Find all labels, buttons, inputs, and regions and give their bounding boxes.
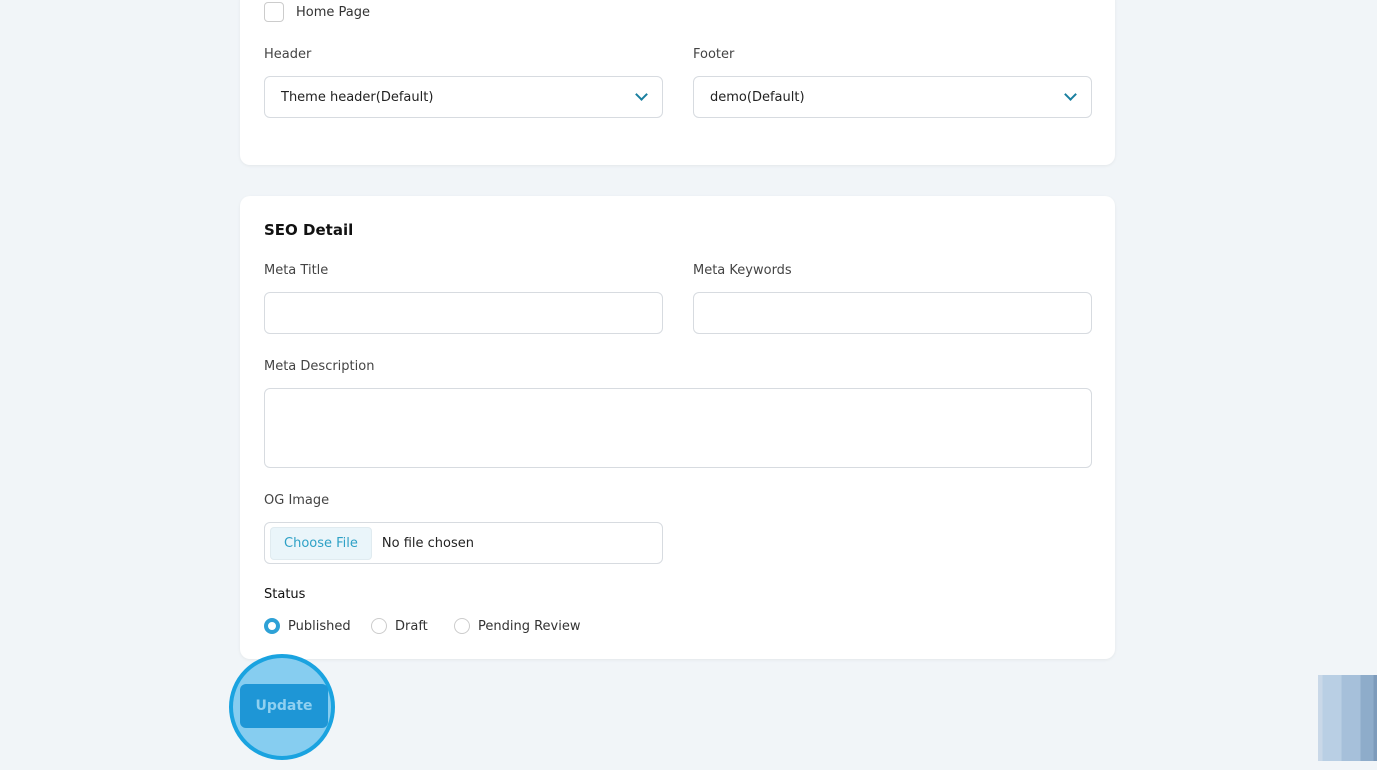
meta-title-label: Meta Title [264,263,329,278]
layout-card: Home Page Header Footer Theme header(Def… [240,0,1115,165]
radio-icon [454,618,470,634]
update-button[interactable]: Update [240,684,328,728]
status-radio-published[interactable]: Published [264,618,351,634]
header-select[interactable]: Theme header(Default) [264,76,663,118]
blurred-widget [1318,675,1377,761]
meta-description-label: Meta Description [264,359,375,374]
status-radio-pending-review[interactable]: Pending Review [454,618,580,634]
footer-select[interactable]: demo(Default) [693,76,1092,118]
radio-checked-icon [264,618,280,634]
header-label: Header [264,47,312,62]
chevron-down-icon [1064,88,1077,101]
og-image-label: OG Image [264,493,330,508]
home-page-label: Home Page [296,5,370,20]
meta-title-input[interactable] [264,292,663,334]
header-select-value: Theme header(Default) [281,89,434,105]
seo-title: SEO Detail [264,221,354,239]
footer-select-value: demo(Default) [710,89,805,105]
status-option-label: Pending Review [478,618,581,634]
meta-keywords-label: Meta Keywords [693,263,792,278]
seo-card: SEO Detail Meta Title Meta Keywords Meta… [240,196,1115,659]
status-radio-draft[interactable]: Draft [371,618,428,634]
choose-file-button[interactable]: Choose File [270,526,372,560]
no-file-text: No file chosen [381,535,474,551]
status-option-label: Published [288,618,351,634]
radio-icon [371,618,387,634]
meta-description-textarea[interactable] [264,388,1092,468]
status-label: Status [264,587,306,602]
home-page-checkbox[interactable] [264,2,284,22]
og-image-file-input[interactable]: Choose File No file chosen [264,522,663,564]
status-option-label: Draft [395,618,428,634]
chevron-down-icon [635,88,648,101]
meta-keywords-input[interactable] [693,292,1092,334]
footer-label: Footer [693,47,735,62]
